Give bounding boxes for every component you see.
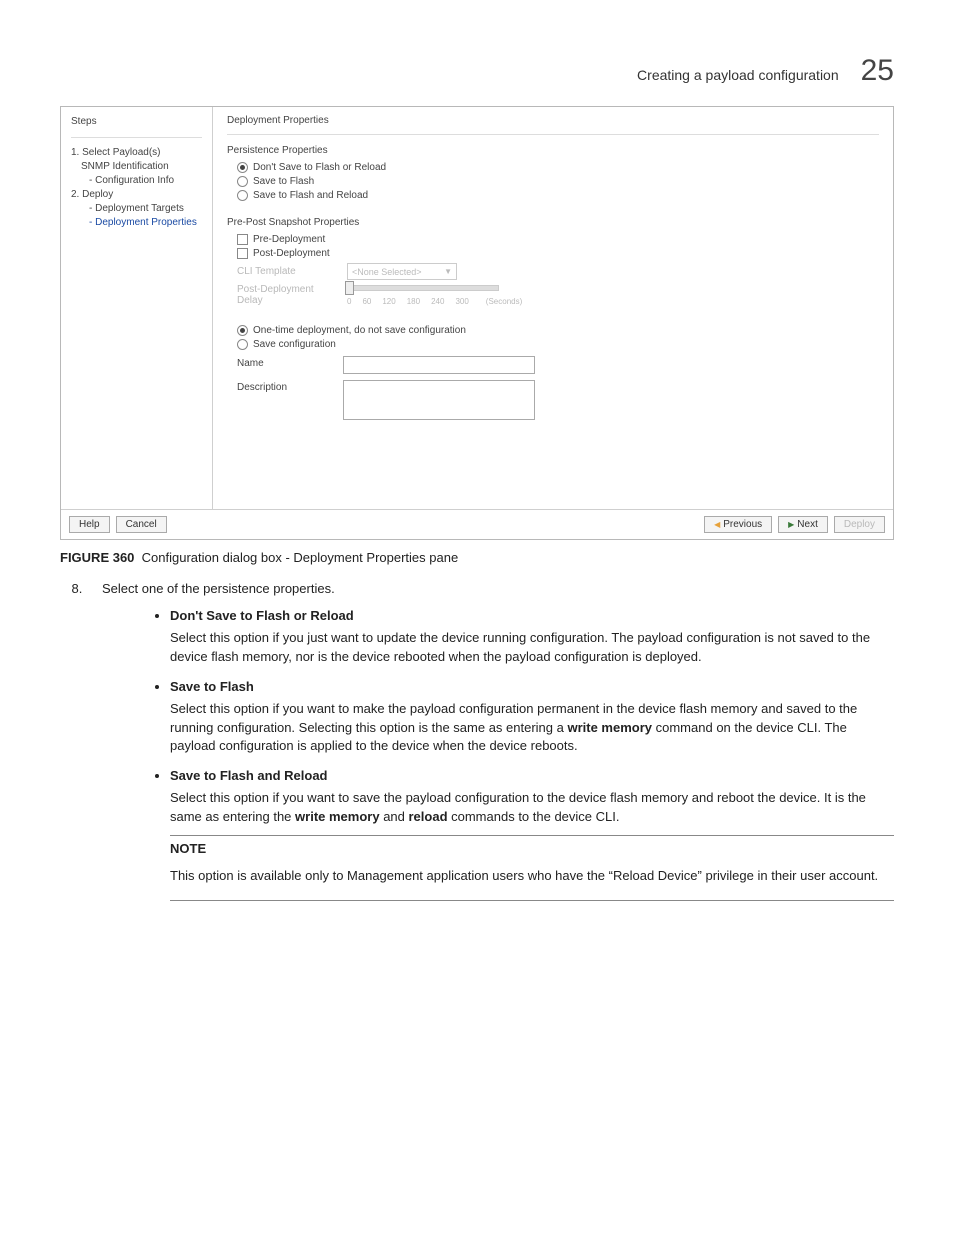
delay-label: Post-Deployment Delay bbox=[237, 284, 327, 306]
cancel-button[interactable]: Cancel bbox=[116, 516, 167, 533]
persist-option-2[interactable]: Save to Flash bbox=[237, 176, 879, 187]
delay-slider[interactable]: 0 60 120 180 240 300 (Seconds) bbox=[347, 285, 522, 306]
checkbox-label: Pre-Deployment bbox=[253, 234, 325, 245]
pre-deploy-checkbox[interactable]: Pre-Deployment bbox=[237, 234, 879, 245]
bullet-item: Save to Flash and Reload Select this opt… bbox=[170, 768, 894, 900]
bullet-title: Save to Flash bbox=[170, 679, 894, 694]
step-item[interactable]: 1. Select Payload(s) bbox=[71, 146, 202, 160]
checkbox-icon[interactable] bbox=[237, 248, 248, 259]
name-label: Name bbox=[237, 356, 307, 369]
deploy-button[interactable]: Deploy bbox=[834, 516, 885, 533]
radio-icon[interactable] bbox=[237, 325, 248, 336]
cli-template-label: CLI Template bbox=[237, 266, 327, 277]
page-header: Creating a payload configuration 25 bbox=[60, 54, 894, 88]
radio-icon[interactable] bbox=[237, 339, 248, 350]
deploy-option-1[interactable]: One-time deployment, do not save configu… bbox=[237, 325, 879, 336]
radio-icon[interactable] bbox=[237, 162, 248, 173]
bullet-item: Don't Save to Flash or Reload Select thi… bbox=[170, 608, 894, 667]
step-item[interactable]: - Configuration Info bbox=[71, 174, 202, 188]
step-item[interactable]: 2. Deploy bbox=[71, 188, 202, 202]
checkbox-label: Post-Deployment bbox=[253, 248, 330, 259]
step-item[interactable]: SNMP Identification bbox=[71, 160, 202, 174]
option-label: One-time deployment, do not save configu… bbox=[253, 325, 466, 336]
panel-title: Deployment Properties bbox=[227, 115, 879, 135]
persist-option-1[interactable]: Don't Save to Flash or Reload bbox=[237, 162, 879, 173]
figure-caption: FIGURE 360 Configuration dialog box - De… bbox=[60, 550, 894, 565]
steps-panel: Steps 1. Select Payload(s) SNMP Identifi… bbox=[61, 107, 213, 509]
checkbox-icon[interactable] bbox=[237, 234, 248, 245]
note-text: This option is available only to Managem… bbox=[170, 867, 894, 886]
next-button[interactable]: ▶ Next bbox=[778, 516, 828, 533]
step-text: Select one of the persistence properties… bbox=[96, 581, 894, 596]
name-row: Name bbox=[237, 356, 879, 374]
radio-icon[interactable] bbox=[237, 176, 248, 187]
bullet-item: Save to Flash Select this option if you … bbox=[170, 679, 894, 757]
header-title: Creating a payload configuration bbox=[637, 67, 839, 83]
note-label: NOTE bbox=[170, 840, 894, 859]
delay-row: Post-Deployment Delay 0 60 120 180 240 3… bbox=[237, 284, 879, 306]
option-label: Don't Save to Flash or Reload bbox=[253, 162, 386, 173]
cli-template-row: CLI Template <None Selected> ▼ bbox=[237, 263, 879, 280]
step-item[interactable]: - Deployment Targets bbox=[71, 202, 202, 216]
help-button[interactable]: Help bbox=[69, 516, 110, 533]
cli-template-combo[interactable]: <None Selected> ▼ bbox=[347, 263, 457, 280]
option-label: Save to Flash and Reload bbox=[253, 190, 368, 201]
procedure-list: Select one of the persistence properties… bbox=[60, 581, 894, 901]
deploy-option-2[interactable]: Save configuration bbox=[237, 339, 879, 350]
bullet-title: Don't Save to Flash or Reload bbox=[170, 608, 894, 623]
bullet-body: Select this option if you just want to u… bbox=[170, 629, 894, 667]
step-item-active[interactable]: - Deployment Properties bbox=[71, 216, 202, 230]
header-number: 25 bbox=[861, 54, 894, 88]
dialog-footer: Help Cancel ◀ Previous ▶ Next Deploy bbox=[61, 509, 893, 539]
option-label: Save to Flash bbox=[253, 176, 314, 187]
config-dialog: Steps 1. Select Payload(s) SNMP Identifi… bbox=[60, 106, 894, 540]
steps-title: Steps bbox=[71, 115, 202, 138]
slider-thumb-icon[interactable] bbox=[345, 281, 354, 295]
bullet-title: Save to Flash and Reload bbox=[170, 768, 894, 783]
properties-panel: Deployment Properties Persistence Proper… bbox=[213, 107, 893, 509]
radio-icon[interactable] bbox=[237, 190, 248, 201]
post-deploy-checkbox[interactable]: Post-Deployment bbox=[237, 248, 879, 259]
note-box: NOTE This option is available only to Ma… bbox=[170, 835, 894, 901]
bullet-body: Select this option if you want to make t… bbox=[170, 700, 894, 757]
bullet-body: Select this option if you want to save t… bbox=[170, 789, 894, 827]
previous-button[interactable]: ◀ Previous bbox=[704, 516, 772, 533]
description-input[interactable] bbox=[343, 380, 535, 420]
chevron-down-icon: ▼ bbox=[444, 267, 452, 276]
triangle-right-icon: ▶ bbox=[788, 520, 794, 529]
combo-value: <None Selected> bbox=[352, 267, 422, 277]
slider-ticks: 0 60 120 180 240 300 (Seconds) bbox=[347, 297, 522, 306]
persist-option-3[interactable]: Save to Flash and Reload bbox=[237, 190, 879, 201]
triangle-left-icon: ◀ bbox=[714, 520, 720, 529]
persistence-title: Persistence Properties bbox=[227, 145, 879, 156]
snapshot-title: Pre-Post Snapshot Properties bbox=[227, 217, 879, 228]
description-row: Description bbox=[237, 380, 879, 420]
description-label: Description bbox=[237, 380, 307, 393]
option-label: Save configuration bbox=[253, 339, 336, 350]
name-input[interactable] bbox=[343, 356, 535, 374]
